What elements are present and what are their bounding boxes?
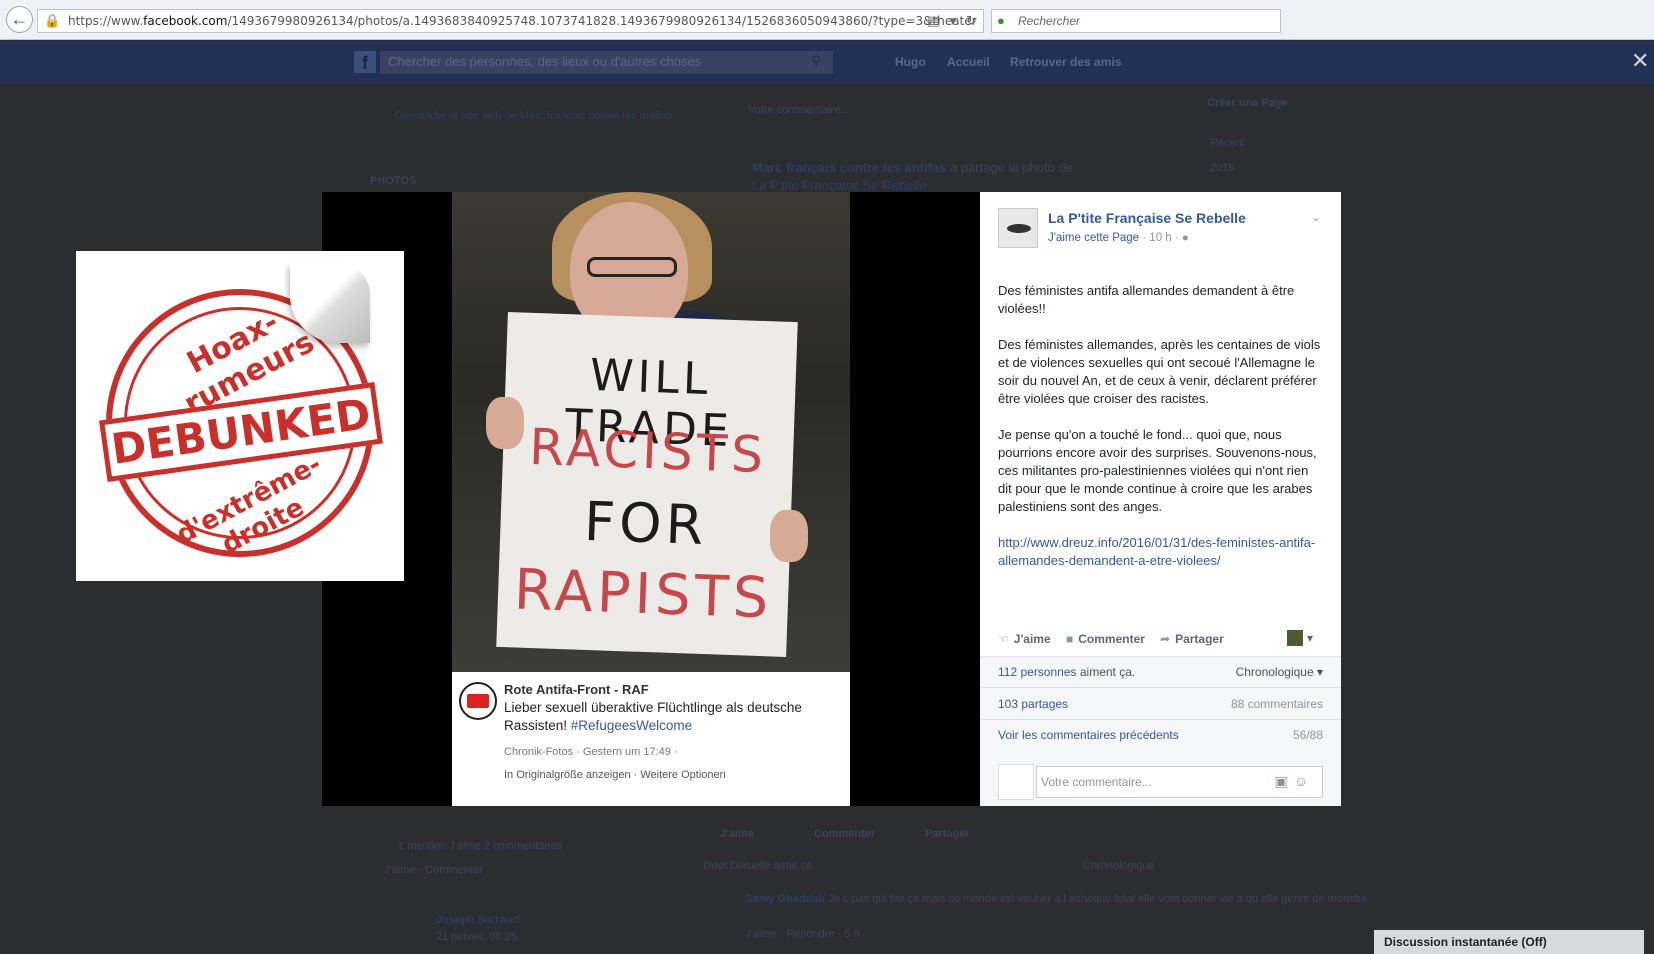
caption-text: Lieber sexuell überaktive Flüchtlinge al…: [504, 700, 802, 733]
caption-links: In Originalgröße anzeigen · Weitere Opti…: [504, 769, 726, 781]
bg-likes-line: 1 mention J'aime 2 commentaires: [398, 840, 563, 852]
bg-comment-button[interactable]: Commenter: [814, 828, 875, 840]
bg-comment-placeholder: Votre commentaire...: [748, 104, 850, 116]
dropdown-icon[interactable]: ▾: [950, 13, 957, 29]
sign-line-4: RAPISTS: [512, 557, 774, 632]
commenter-avatar: [998, 764, 1034, 800]
bg-like-button[interactable]: J'aime: [720, 828, 754, 840]
close-icon[interactable]: ✕: [1631, 48, 1649, 74]
page-name-link[interactable]: La P'tite Française Se Rebelle: [1048, 210, 1246, 226]
share-button[interactable]: ➦ Partager: [1160, 632, 1224, 646]
comment-button[interactable]: ■ Commenter: [1066, 632, 1145, 646]
sign-line-2: RACISTS: [528, 417, 768, 485]
likes-count-link[interactable]: 112 personnes: [998, 665, 1077, 679]
previous-comments-link[interactable]: Voir les commentaires précédents: [998, 728, 1179, 742]
request-website-link[interactable]: Demander le site web de Marc français co…: [395, 110, 672, 122]
post-sidepanel: La P'tite Française Se Rebelle J'aime ce…: [980, 192, 1341, 806]
page-avatar[interactable]: [998, 208, 1038, 248]
nav-user[interactable]: Hugo: [895, 55, 926, 69]
post-actions: ☜ J'aime ■ Commenter ➦ Partager ▾: [998, 630, 1323, 652]
page-meta: J'aime cette Page · 10 h · ●: [1048, 232, 1189, 244]
chat-bar[interactable]: Discussion instantanée (Off): [1374, 930, 1644, 954]
shares-row: 103 partages 88 commentaires: [998, 697, 1323, 711]
photos-section-label: PHOTOS: [370, 175, 417, 187]
facebook-search-placeholder: Chercher des personnes, des lieux ou d'a…: [388, 54, 702, 69]
bg-order-dropdown[interactable]: Chronologique: [1083, 860, 1155, 872]
post-link[interactable]: http://www.dreuz.info/2016/01/31/des-fem…: [998, 535, 1315, 568]
post-photo[interactable]: WILL TRADE RACISTS FOR RAPISTS: [452, 192, 850, 672]
previous-comments-row: Voir les commentaires précédents 56/88: [998, 728, 1323, 742]
search-placeholder: Rechercher: [1018, 14, 1081, 28]
shared-page-link[interactable]: La P'tite Française Se Rebelle: [752, 178, 926, 193]
photo-right-hand: [770, 510, 808, 562]
like-page-link[interactable]: J'aime cette Page: [1048, 232, 1139, 244]
comment-input[interactable]: Votre commentaire... ▣☺: [1036, 766, 1323, 798]
post-paragraph: Des féministes allemandes, après les cen…: [998, 337, 1321, 406]
chevron-down-icon[interactable]: ⌄: [1311, 210, 1321, 224]
url-text: https://www.facebook.com/149367998092613…: [68, 14, 977, 28]
speech-bubble-icon: ■: [1066, 632, 1074, 646]
bg-share-button[interactable]: Partager: [925, 828, 970, 840]
order-dropdown[interactable]: Chronologique ▾: [1236, 665, 1323, 679]
camera-icon[interactable]: ▣: [1274, 773, 1293, 789]
protest-sign: WILL TRADE RACISTS FOR RAPISTS: [496, 312, 798, 657]
bg-author-name[interactable]: Joseph Sarraud: [436, 914, 519, 926]
theater-right-margin: [850, 192, 980, 806]
photo-left-hand: [486, 397, 524, 449]
likes-row: 112 personnes aiment ça. Chronologique ▾: [998, 665, 1323, 679]
share-line: Marc français contre les antifas a parta…: [752, 160, 1073, 175]
user-mini-avatar: [1286, 630, 1303, 646]
like-button[interactable]: ☜ J'aime: [998, 632, 1051, 646]
lock-icon: 🔒: [44, 13, 61, 28]
back-button[interactable]: ←: [6, 6, 33, 33]
antifa-flag-icon: [459, 682, 497, 720]
caret-down-icon: ▾: [1306, 631, 1313, 645]
recent-link[interactable]: Récent: [1210, 137, 1245, 149]
share-arrow-icon: ➦: [1160, 632, 1171, 646]
year-link[interactable]: 2016: [1210, 162, 1234, 174]
emoji-icon[interactable]: ☺: [1294, 773, 1314, 789]
search-engine-icon: ●: [997, 13, 1005, 28]
sign-line-3: FOR: [583, 489, 709, 558]
facebook-search-input[interactable]: Chercher des personnes, des lieux ou d'a…: [380, 51, 833, 74]
debunked-sticker: Hoax-rumeurs DEBUNKED d'extrême-droite: [76, 251, 404, 581]
nav-home[interactable]: Accueil: [947, 55, 990, 69]
photo-glasses: [587, 257, 677, 277]
bg-author-date: 21 janvier, 08:25: [436, 931, 517, 943]
post-paragraph: Des féministes antifa allemandes demande…: [998, 283, 1295, 316]
nav-find-friends[interactable]: Retrouver des amis: [1010, 55, 1121, 69]
post-paragraph: Je pense qu'on a touché le fond... quoi …: [998, 427, 1317, 514]
browser-toolbar: ← 🔒 https://www.facebook.com/14936799809…: [0, 0, 1654, 40]
create-page-button[interactable]: Créer une Page: [1207, 97, 1288, 109]
comments-count[interactable]: 88 commentaires: [1231, 697, 1323, 711]
reload-icon[interactable]: ↻: [966, 13, 977, 29]
bg-comment-actions[interactable]: J'aime · Répondre · 5 h: [745, 928, 860, 940]
bg-comment-author: Samy Ghaddab Je c pas qui fait ça mais c…: [745, 893, 1368, 905]
address-bar[interactable]: 🔒 https://www.facebook.com/1493679980926…: [37, 9, 984, 33]
comment-progress: 56/88: [1292, 728, 1323, 742]
reader-view-icon[interactable]: ▤: [927, 13, 939, 29]
caption-meta: Chronik-Fotos · Gestern um 17:49 ·: [504, 746, 678, 758]
bg-like-comment-line[interactable]: J'aime · Commenter: [384, 864, 483, 876]
browser-search-input[interactable]: ● Rechercher: [991, 9, 1281, 33]
caption-author: Rote Antifa-Front - RAF: [504, 682, 649, 697]
photo-embedded-caption: Rote Antifa-Front - RAF Lieber sexuell ü…: [452, 672, 850, 806]
post-body: Des féministes antifa allemandes demande…: [998, 282, 1323, 588]
facebook-logo-icon[interactable]: f: [354, 51, 376, 73]
bg-likers-line: Odet Deruelle aime ça.: [703, 860, 816, 872]
comment-placeholder: Votre commentaire...: [1041, 775, 1152, 789]
search-icon[interactable]: ⚲: [811, 53, 821, 69]
globe-icon: · ●: [1174, 232, 1189, 244]
thumbs-up-icon: ☜: [998, 632, 1009, 646]
shares-link[interactable]: 103 partages: [998, 697, 1068, 711]
post-as-selector[interactable]: ▾: [1286, 630, 1313, 646]
post-time[interactable]: 10 h: [1149, 232, 1171, 244]
